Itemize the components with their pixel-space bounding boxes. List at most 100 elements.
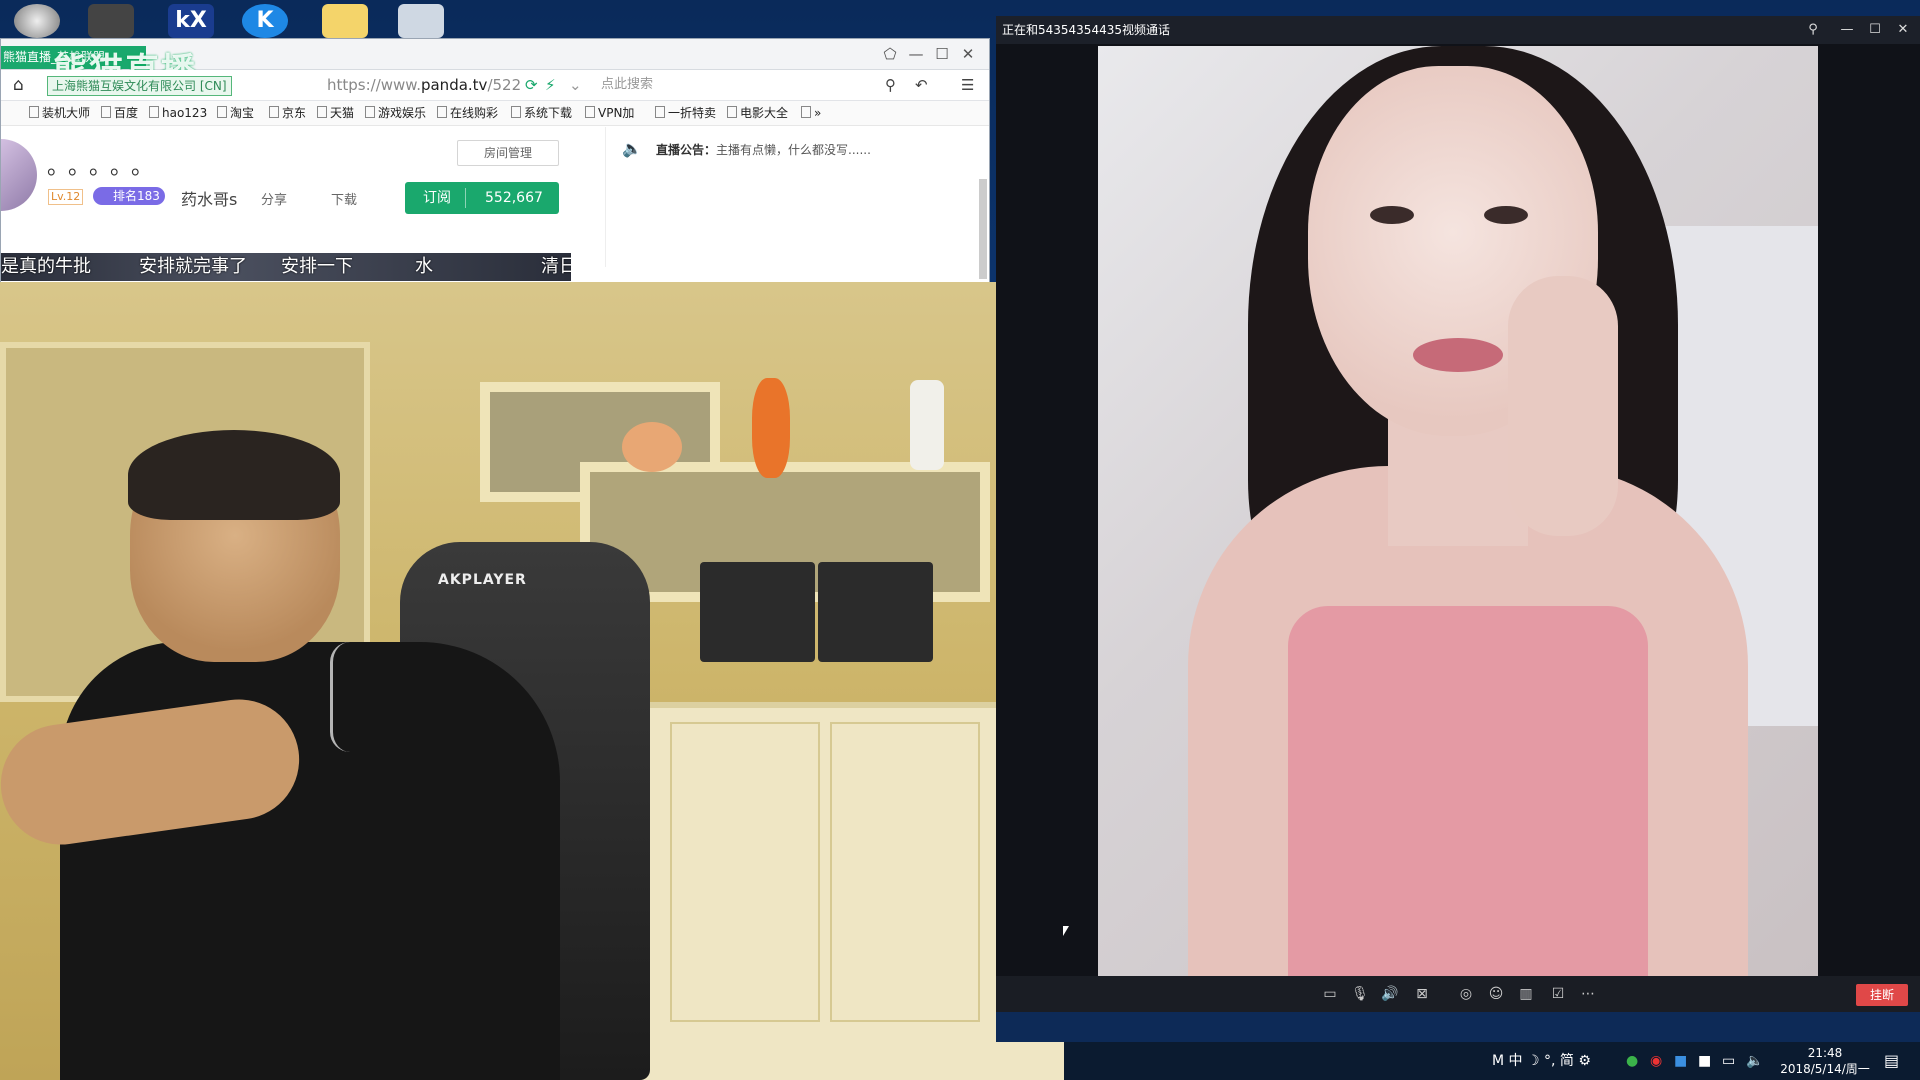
- pin-icon[interactable]: ⚲: [1800, 16, 1826, 44]
- volume-icon[interactable]: 🔈: [1746, 1052, 1763, 1070]
- address-bar: ⌂ 上海熊猫互娱文化有限公司 [CN] https://www.panda.tv…: [1, 70, 989, 101]
- call-toolbar: ▭ 🎙 🔊 ⊠ ◎ ☺ ▥ ☑ ⋯ 挂断: [996, 976, 1920, 1012]
- maximize-icon[interactable]: ☐: [1862, 16, 1888, 44]
- hangup-button[interactable]: 挂断: [1856, 984, 1908, 1006]
- bookmark-item[interactable]: 系统下载: [511, 105, 572, 121]
- browser-tray-icon[interactable]: ◉: [1650, 1052, 1662, 1070]
- anchor-name[interactable]: 药水哥s: [181, 186, 237, 210]
- cat-figures: [622, 422, 682, 472]
- bookmark-item[interactable]: 在线购彩: [437, 105, 498, 121]
- clock[interactable]: 21:48 2018/5/14/周一: [1775, 1045, 1875, 1077]
- danmaku-item: 清日: [541, 256, 571, 277]
- bookmark-item[interactable]: 京东: [269, 105, 306, 121]
- announcement-label: 直播公告：: [656, 143, 717, 157]
- clock-date: 2018/5/14/周一: [1780, 1062, 1870, 1076]
- dropdown-icon[interactable]: ⌄: [569, 76, 582, 94]
- bookmark-item[interactable]: hao123: [149, 105, 207, 121]
- notification-icon[interactable]: ▤: [1884, 1051, 1899, 1070]
- browser-window: 熊猫直播_英雄联盟 熊猫直播 ⬠ — ☐ ✕ ⌂ 上海熊猫互娱文化有限公司 [C…: [0, 38, 990, 284]
- bookmark-item[interactable]: 天猫: [317, 105, 354, 121]
- screenshot-icon[interactable]: ◎: [1456, 985, 1476, 1003]
- divider: [465, 188, 466, 208]
- room-title: 。。。。。: [47, 155, 164, 180]
- menu-icon[interactable]: ☰: [961, 76, 974, 94]
- call-titlebar: 正在和54354354435视频通话 ⚲ — ☐ ✕: [996, 16, 1920, 44]
- close-icon[interactable]: ✕: [959, 45, 977, 63]
- desktop-icons: kX K: [0, 0, 990, 40]
- remote-hand: [1508, 276, 1618, 536]
- remote-video[interactable]: [1098, 46, 1818, 976]
- rank-badge[interactable]: 排名183: [93, 187, 165, 205]
- shirt-pattern: [330, 642, 373, 752]
- effects-icon[interactable]: ☺: [1486, 985, 1506, 1003]
- subscribe-label: 订阅: [423, 190, 451, 206]
- streamer-body: [60, 642, 560, 1080]
- game-app-icon[interactable]: [88, 4, 134, 38]
- k-app-icon[interactable]: K: [242, 4, 288, 38]
- folder-icon[interactable]: [322, 4, 368, 38]
- subscribe-button[interactable]: 订阅 552,667: [405, 182, 559, 214]
- refresh-icon[interactable]: ⟳: [525, 76, 538, 94]
- subscribe-count: 552,667: [485, 190, 543, 206]
- bookmark-item[interactable]: 电影大全: [727, 105, 788, 121]
- bookmark-item[interactable]: VPN加: [585, 105, 634, 121]
- url-prefix: https://www.: [327, 76, 421, 94]
- minimize-icon[interactable]: —: [1834, 16, 1860, 44]
- orange-figure: [752, 378, 790, 478]
- app-tray-icon[interactable]: ■: [1674, 1052, 1687, 1070]
- maximize-icon[interactable]: ☐: [933, 45, 951, 63]
- danmaku-item: 是真的牛批: [1, 256, 91, 277]
- room-management-button[interactable]: 房间管理: [457, 140, 559, 166]
- microphone-icon[interactable]: 🎙: [1350, 985, 1370, 1003]
- network-icon[interactable]: ▭: [1722, 1052, 1735, 1070]
- kx-app-icon[interactable]: kX: [168, 4, 214, 38]
- recycle-bin-icon[interactable]: [398, 4, 444, 38]
- close-icon[interactable]: ✕: [1890, 16, 1916, 44]
- announcement-text: 直播公告：主播有点懒，什么都没写......: [656, 141, 871, 158]
- call-footer: [996, 1012, 1920, 1042]
- scrollbar[interactable]: [979, 179, 987, 279]
- danmaku-item: 安排一下: [281, 256, 353, 277]
- undo-icon[interactable]: ↶: [915, 76, 928, 94]
- home-icon[interactable]: ⌂: [13, 76, 33, 94]
- mouse-cursor: [1063, 926, 1069, 936]
- lightning-icon[interactable]: ⚡: [545, 76, 556, 94]
- ime-indicator[interactable]: M 中 ☽ °, 简 ⚙: [1492, 1052, 1591, 1070]
- bookmark-item[interactable]: 一折特卖: [655, 105, 716, 121]
- wechat-icon[interactable]: ●: [1626, 1052, 1638, 1070]
- bookmark-item[interactable]: 百度: [101, 105, 138, 121]
- webcam-video[interactable]: AKPLAYER: [0, 282, 1064, 1080]
- remote-mouth: [1413, 338, 1503, 372]
- speaker-right: [818, 562, 933, 662]
- speaker-icon: 🔈: [622, 139, 642, 158]
- streamer-hair: [128, 430, 340, 520]
- danmaku-strip: 是真的牛批 安排就完事了 安排一下 水 清日: [1, 253, 571, 281]
- speaker-icon[interactable]: 🔊: [1380, 985, 1400, 1003]
- pin-icon[interactable]: ⬠: [881, 45, 899, 63]
- bookmark-item[interactable]: 装机大师: [29, 105, 90, 121]
- call-title: 正在和54354354435视频通话: [1002, 23, 1170, 37]
- certificate-badge[interactable]: 上海熊猫互娱文化有限公司 [CN]: [47, 76, 232, 96]
- kx-tray-icon[interactable]: ■: [1698, 1052, 1711, 1070]
- bookmark-item[interactable]: 淘宝: [217, 105, 254, 121]
- nvidia-app-icon[interactable]: [14, 4, 60, 38]
- download-button[interactable]: 下载: [331, 189, 357, 208]
- share-screen-icon[interactable]: ☑: [1548, 985, 1568, 1003]
- bookmark-item[interactable]: 游戏娱乐: [365, 105, 426, 121]
- speaker-left: [700, 562, 815, 662]
- video-call-window: 正在和54354354435视频通话 ⚲ — ☐ ✕ ▭ 🎙 🔊 ⊠ ◎ ☺ ▥…: [996, 16, 1920, 1042]
- white-bottle: [910, 380, 944, 470]
- camera-off-icon[interactable]: ⊠: [1412, 985, 1432, 1003]
- avatar[interactable]: [1, 139, 37, 211]
- url-path: /522: [487, 76, 522, 94]
- danmaku-item: 水: [415, 256, 433, 277]
- search-input[interactable]: 点此搜索: [601, 75, 653, 95]
- url-field[interactable]: https://www.panda.tv/522: [327, 75, 521, 95]
- layout-icon[interactable]: ▥: [1516, 985, 1536, 1003]
- minimize-icon[interactable]: —: [907, 45, 925, 63]
- search-icon[interactable]: ⚲: [885, 76, 896, 94]
- share-button[interactable]: 分享: [261, 189, 287, 208]
- bookmarks-more[interactable]: »: [801, 105, 821, 121]
- more-icon[interactable]: ⋯: [1578, 985, 1598, 1003]
- message-icon[interactable]: ▭: [1320, 985, 1340, 1003]
